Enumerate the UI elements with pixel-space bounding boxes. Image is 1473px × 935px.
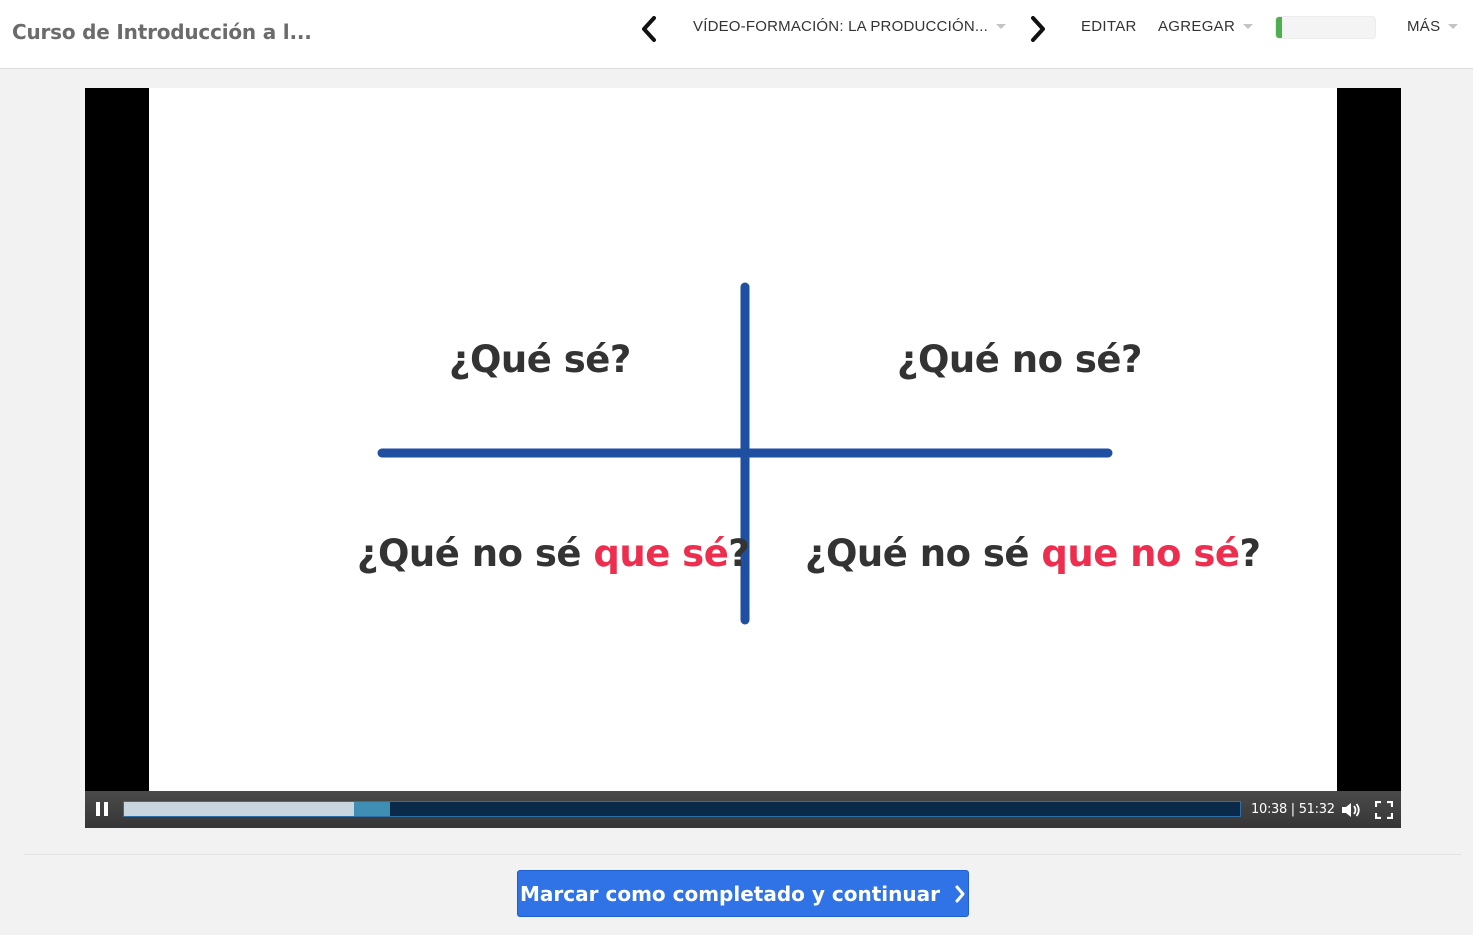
top-navigation-bar: Curso de Introducción a l... VÍDEO-FORMA…	[0, 0, 1473, 69]
previous-lesson-button[interactable]	[634, 12, 664, 46]
quadrant-bottom-right-text: ¿Qué no sé que no sé?	[805, 532, 1261, 575]
quadrant-top-right-text: ¿Qué no sé?	[897, 338, 1142, 381]
quadrant-bottom-left-suffix: ?	[728, 532, 750, 575]
course-progress-bar[interactable]	[1275, 16, 1376, 39]
time-display: 10:38 | 51:32	[1251, 802, 1335, 817]
quadrant-bottom-left-prefix: ¿Qué no sé	[357, 532, 594, 575]
pause-button[interactable]	[93, 800, 113, 820]
mark-complete-continue-button[interactable]: Marcar como completado y continuar	[517, 870, 969, 917]
volume-icon	[1342, 803, 1360, 817]
quadrant-bottom-right-prefix: ¿Qué no sé	[805, 532, 1042, 575]
chevron-left-icon	[642, 16, 656, 42]
add-label: AGREGAR	[1158, 18, 1236, 35]
quadrant-bottom-left-text: ¿Qué no sé que sé?	[357, 532, 750, 575]
video-player[interactable]: ¿Qué sé? ¿Qué no sé? ¿Qué no sé que sé? …	[85, 88, 1401, 828]
seek-bar[interactable]	[123, 801, 1241, 817]
quadrant-bottom-right-suffix: ?	[1239, 532, 1261, 575]
more-menu[interactable]: MÁS	[1407, 18, 1459, 35]
edit-label: EDITAR	[1081, 18, 1137, 35]
caret-down-icon	[995, 24, 1006, 29]
fullscreen-button[interactable]	[1374, 800, 1394, 820]
divider	[24, 854, 1461, 855]
quadrant-bottom-left-highlight: que sé	[593, 532, 729, 575]
pause-icon-bar-left	[96, 802, 100, 816]
course-title[interactable]: Curso de Introducción a l...	[12, 20, 312, 44]
next-lesson-button[interactable]	[1023, 12, 1053, 46]
chevron-right-icon	[955, 885, 965, 902]
caret-down-icon	[1243, 24, 1254, 29]
edit-menu[interactable]: EDITAR	[1081, 18, 1137, 35]
quadrant-bottom-right-highlight: que no sé	[1041, 532, 1240, 575]
quadrant-axes	[377, 282, 1113, 625]
caret-down-icon	[1448, 24, 1459, 29]
more-label: MÁS	[1407, 18, 1441, 35]
mark-complete-label: Marcar como completado y continuar	[520, 881, 940, 906]
fullscreen-icon	[1374, 800, 1394, 820]
pause-icon-bar-right	[104, 802, 108, 816]
seek-played	[124, 802, 354, 816]
quadrant-top-left-text: ¿Qué sé?	[449, 338, 631, 381]
lesson-title: VÍDEO-FORMACIÓN: LA PRODUCCIÓN...	[693, 18, 988, 35]
lesson-dropdown[interactable]: VÍDEO-FORMACIÓN: LA PRODUCCIÓN...	[693, 18, 1006, 35]
player-control-bar: 10:38 | 51:32	[85, 791, 1401, 828]
course-progress-fill	[1276, 17, 1282, 38]
volume-button[interactable]	[1340, 801, 1362, 819]
video-frame[interactable]: ¿Qué sé? ¿Qué no sé? ¿Qué no sé que sé? …	[149, 88, 1337, 791]
add-menu[interactable]: AGREGAR	[1158, 18, 1254, 35]
chevron-right-icon	[1031, 16, 1045, 42]
